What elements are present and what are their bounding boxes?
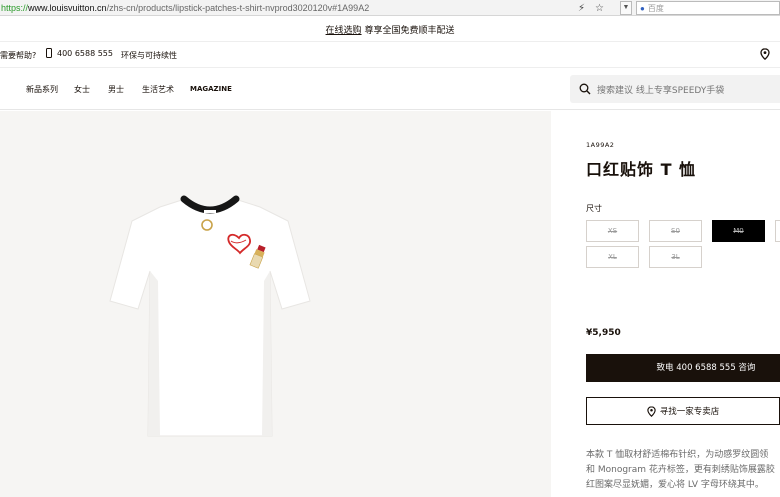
call-cta-button[interactable]: 致电 400 6588 555 咨询 (586, 354, 780, 382)
sustainability-link[interactable]: 环保与可持续性 (121, 50, 177, 61)
search-icon (579, 83, 591, 95)
baidu-paw-icon: ● (640, 3, 645, 13)
search-input[interactable]: 搜索建议 线上专享SPEEDY手袋 (570, 75, 780, 103)
promo-link[interactable]: 在线选购 (326, 26, 362, 36)
size-option-xs[interactable]: XS (586, 220, 639, 242)
nav-new-collection[interactable]: 新品系列 (26, 84, 58, 95)
product-info-panel: 1A99A2 口红贴饰 T 恤 尺寸 XS S0 M0 XL 3L ¥5,950… (551, 111, 780, 497)
url-icons: ⚡︎ ☆ (578, 0, 604, 16)
find-store-label: 寻找一家专卖店 (659, 407, 720, 417)
phone-icon (46, 48, 52, 58)
utility-bar: 需要帮助? 400 6588 555 环保与可持续性 (0, 41, 780, 68)
url-dropdown-button[interactable]: ▼ (620, 1, 632, 15)
phone-link[interactable]: 400 6588 555 (46, 48, 113, 58)
nav-art-of-living[interactable]: 生活艺术 (142, 84, 174, 95)
description-line: 红图案尽显妩媚，爱心将 LV 字母环绕其中。 (586, 480, 764, 490)
help-link[interactable]: 需要帮助? (0, 50, 36, 61)
nav-men[interactable]: 男士 (108, 84, 124, 95)
promo-banner: 在线选购 尊享全国免费顺丰配送 (0, 22, 780, 40)
location-pin-icon[interactable] (760, 48, 770, 60)
size-option-3l[interactable]: 3L (649, 246, 702, 268)
url-domain: www.louisvuitton.cn (28, 2, 107, 13)
search-placeholder: 搜索建议 线上专享SPEEDY手袋 (597, 85, 725, 96)
tshirt-image[interactable] (100, 191, 320, 441)
browser-search-box[interactable]: ● 百度 (636, 1, 780, 15)
size-option-s0[interactable]: S0 (649, 220, 702, 242)
find-store-button[interactable]: 寻找一家专卖店 (586, 397, 780, 425)
product-price: ¥5,950 (586, 328, 621, 338)
phone-number: 400 6588 555 (57, 48, 113, 58)
browser-url-bar[interactable]: https://www.louisvuitton.cn/zhs-cn/produ… (0, 0, 780, 16)
description-line: 和 Monogram 花卉标签，更有刺绣贴饰展露胶 (586, 465, 775, 475)
url-path: /zhs-cn/products/lipstick-patches-t-shir… (106, 2, 370, 13)
url-scheme: https:// (1, 2, 29, 13)
location-pin-icon (647, 405, 656, 417)
url-text[interactable]: https://www.louisvuitton.cn/zhs-cn/produ… (0, 3, 369, 13)
product-image-panel (0, 111, 551, 497)
product-description: 本款 T 恤取材舒适棉布针织，为动感罗纹圆领 和 Monogram 花卉标签，更… (586, 448, 780, 493)
size-label: 尺寸 (586, 204, 602, 213)
star-icon[interactable]: ☆ (595, 3, 604, 14)
size-option-xl[interactable]: XL (586, 246, 639, 268)
promo-text: 尊享全国免费顺丰配送 (364, 26, 455, 36)
lightning-icon[interactable]: ⚡︎ (578, 3, 585, 14)
browser-search-placeholder: 百度 (647, 3, 664, 13)
size-option-m0[interactable]: M0 (712, 220, 765, 242)
nav-magazine[interactable]: MAGAZINE (190, 85, 232, 93)
size-option-l-partial[interactable] (775, 220, 780, 242)
main-navigation: 新品系列 女士 男士 生活艺术 MAGAZINE 搜索建议 线上专享SPEEDY… (0, 68, 780, 110)
product-sku: 1A99A2 (586, 141, 615, 149)
product-title: 口红贴饰 T 恤 (586, 160, 697, 179)
description-line: 本款 T 恤取材舒适棉布针织，为动感罗纹圆领 (586, 450, 769, 460)
nav-women[interactable]: 女士 (74, 84, 90, 95)
